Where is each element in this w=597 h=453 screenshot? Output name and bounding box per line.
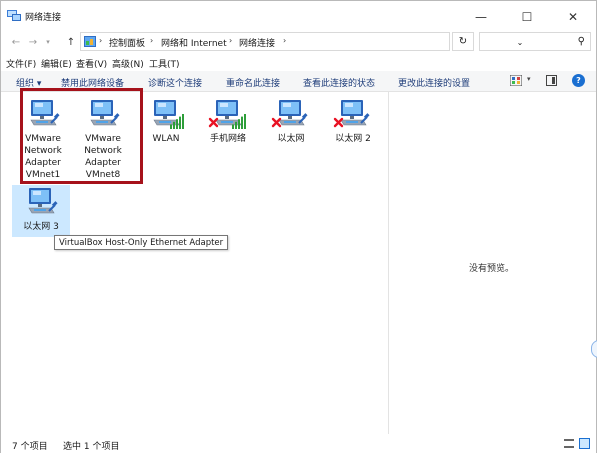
search-icon: ⚲ xyxy=(577,36,585,47)
preview-pane: 没有预览。 xyxy=(389,92,596,434)
large-icons-view-icon[interactable] xyxy=(579,438,590,449)
window-title: 网络连接 xyxy=(25,13,62,23)
ethernet-adapter-disconnected-icon xyxy=(271,97,311,133)
breadcrumb-control-panel[interactable]: 控制面板 xyxy=(109,36,145,49)
tooltip: VirtualBox Host-Only Ethernet Adapter xyxy=(54,235,229,250)
address-bar[interactable]: › 控制面板 › 网络和 Internet › 网络连接 › ⌄ xyxy=(80,32,523,51)
menu-tools[interactable]: 工具(T) xyxy=(149,57,180,70)
network-adapter-icon xyxy=(21,185,61,221)
wifi-adapter-disconnected-icon xyxy=(208,97,248,133)
menu-edit[interactable]: 编辑(E) xyxy=(41,57,72,70)
close-button[interactable]: ✕ xyxy=(550,1,596,32)
menu-file[interactable]: 文件(F) xyxy=(6,57,36,70)
preview-pane-icon[interactable] xyxy=(546,75,557,86)
network-folder-icon xyxy=(7,10,21,21)
rename-button[interactable]: 重命名此连接 xyxy=(226,76,280,89)
connection-ethernet-3[interactable]: 以太网 3 xyxy=(12,185,70,237)
title-bar[interactable]: 网络连接 — ☐ ✕ xyxy=(1,1,596,32)
connection-mobile[interactable]: 手机网络 xyxy=(199,97,257,145)
breadcrumb-separator: › xyxy=(99,36,103,45)
details-view-icon[interactable] xyxy=(564,439,574,448)
connection-ethernet[interactable]: 以太网 xyxy=(262,97,320,145)
connection-label: WLAN xyxy=(152,134,180,144)
connection-label: 以太网 xyxy=(277,134,305,144)
preview-empty-text: 没有预览。 xyxy=(469,264,515,274)
connection-ethernet-2[interactable]: 以太网 2 xyxy=(324,97,382,145)
menu-bar: 文件(F) 编辑(E) 查看(V) 高级(N) 工具(T) xyxy=(1,55,596,71)
connection-label: 手机网络 xyxy=(209,134,246,144)
menu-advanced[interactable]: 高级(N) xyxy=(112,57,144,70)
search-input[interactable]: ⚲ xyxy=(479,32,591,51)
view-options-icon[interactable] xyxy=(510,75,522,86)
ethernet-adapter-disconnected-icon xyxy=(333,97,373,133)
diagnose-button[interactable]: 诊断这个连接 xyxy=(148,76,202,89)
recent-locations-chevron-icon[interactable]: ▾ xyxy=(41,34,55,50)
view-options-dropdown-icon[interactable]: ▾ xyxy=(527,75,531,83)
up-arrow-icon[interactable]: ↑ xyxy=(64,34,78,50)
selection-count: 选中 1 个项目 xyxy=(63,442,120,452)
highlight-box xyxy=(20,88,143,184)
view-status-button[interactable]: 查看此连接的状态 xyxy=(303,76,375,89)
menu-view[interactable]: 查看(V) xyxy=(76,57,107,70)
network-connections-window: 网络连接 — ☐ ✕ ← → ▾ ↑ › 控制面板 › 网络和 Internet… xyxy=(0,0,597,453)
control-panel-icon xyxy=(84,36,96,47)
back-arrow-icon[interactable]: ← xyxy=(9,34,23,50)
breadcrumb-separator[interactable]: › xyxy=(229,36,232,45)
help-icon[interactable]: ? xyxy=(572,74,585,87)
minimize-button[interactable]: — xyxy=(458,1,504,32)
connection-label: 以太网 3 xyxy=(23,222,59,232)
forward-arrow-icon[interactable]: → xyxy=(26,34,40,50)
breadcrumb-separator[interactable]: › xyxy=(150,36,153,45)
change-settings-button[interactable]: 更改此连接的设置 xyxy=(398,76,470,89)
breadcrumb-separator[interactable]: › xyxy=(283,36,286,45)
breadcrumb-network-connections[interactable]: 网络连接 xyxy=(239,36,275,49)
item-count: 7 个项目 xyxy=(12,442,48,452)
refresh-button[interactable]: ↻ xyxy=(452,32,474,51)
maximize-button[interactable]: ☐ xyxy=(504,1,550,32)
connection-label: 以太网 2 xyxy=(335,134,371,144)
connection-wlan[interactable]: WLAN xyxy=(137,97,195,145)
status-bar: 7 个项目 选中 1 个项目 xyxy=(1,434,596,453)
wifi-adapter-icon xyxy=(146,97,186,133)
address-row: ← → ▾ ↑ › 控制面板 › 网络和 Internet › 网络连接 › ⌄… xyxy=(1,32,596,52)
breadcrumb-network-internet[interactable]: 网络和 Internet xyxy=(161,36,227,49)
